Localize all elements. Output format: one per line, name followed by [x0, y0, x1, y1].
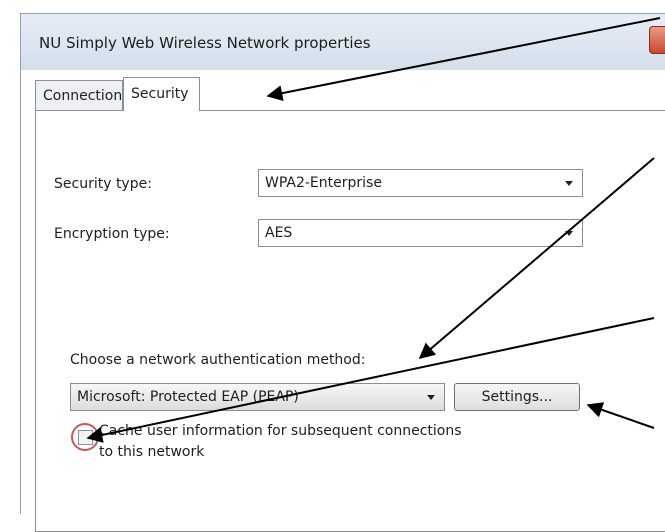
chevron-down-icon	[565, 181, 573, 186]
settings-button-label: Settings...	[481, 389, 553, 405]
cache-user-info-label-line2: to this network	[99, 444, 205, 460]
tab-connection-label: Connection	[43, 88, 123, 104]
cache-user-info-label-line1: Cache user information for subsequent co…	[99, 423, 462, 439]
window-title: NU Simply Web Wireless Network propertie…	[39, 34, 371, 52]
encryption-type-label: Encryption type:	[54, 226, 170, 242]
auth-method-value: Microsoft: Protected EAP (PEAP)	[77, 389, 299, 405]
security-type-label: Security type:	[54, 176, 152, 192]
close-button[interactable]: ✕	[649, 26, 665, 54]
tab-connection[interactable]: Connection	[35, 80, 123, 110]
security-type-value: WPA2-Enterprise	[265, 175, 382, 191]
tab-security-label: Security	[131, 86, 189, 102]
title-bar: NU Simply Web Wireless Network propertie…	[21, 14, 665, 70]
chevron-down-icon	[565, 231, 573, 236]
encryption-type-value: AES	[265, 225, 293, 241]
encryption-type-select[interactable]: AES	[258, 219, 583, 247]
chevron-down-icon	[427, 395, 435, 400]
tab-security[interactable]: Security	[123, 77, 200, 111]
highlight-circle	[71, 423, 99, 451]
auth-method-label: Choose a network authentication method:	[70, 352, 366, 368]
security-type-select[interactable]: WPA2-Enterprise	[258, 169, 583, 197]
auth-method-select[interactable]: Microsoft: Protected EAP (PEAP)	[70, 383, 445, 411]
settings-button[interactable]: Settings...	[454, 383, 580, 411]
